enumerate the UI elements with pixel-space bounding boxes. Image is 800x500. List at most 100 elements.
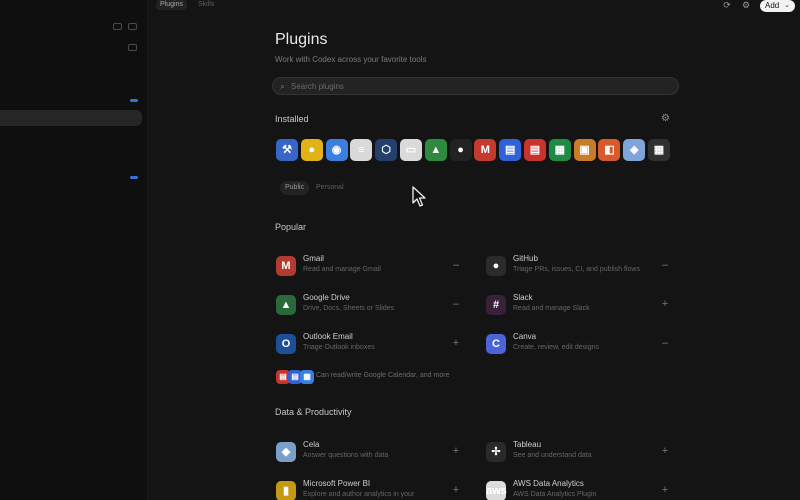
- plugin-action-button[interactable]: +: [450, 484, 462, 496]
- power-bi-icon: ▮: [276, 481, 296, 500]
- tab-skills[interactable]: Skills: [198, 0, 214, 10]
- plugin-description: See and understand data: [513, 452, 592, 459]
- sidebar-item[interactable]: [0, 145, 148, 161]
- plugin-name: Outlook Email: [303, 332, 353, 341]
- figma-icon[interactable]: ◧: [598, 139, 621, 161]
- plugin-card[interactable]: O Outlook Email Triage Outlook inboxes +: [276, 330, 462, 360]
- plugin-card[interactable]: # Slack Read and manage Slack +: [486, 291, 671, 321]
- unread-badge: [130, 176, 138, 179]
- plugin-action-button[interactable]: +: [659, 445, 671, 457]
- notes-icon[interactable]: ●: [300, 139, 323, 161]
- refresh-icon[interactable]: ⟳: [721, 0, 733, 11]
- add-button[interactable]: Add ⌄: [760, 0, 795, 12]
- plugin-card[interactable]: aws AWS Data Analytics AWS Data Analytics …: [486, 477, 671, 500]
- maps-icon[interactable]: ◈: [623, 139, 646, 161]
- sidebar-item[interactable]: [0, 93, 148, 109]
- canva-icon: C: [486, 334, 506, 354]
- plugin-description: AWS Data Analytics Plugin: [513, 491, 597, 498]
- popular-heading: Popular: [275, 222, 307, 232]
- plugin-description: Drive, Docs, Sheets or Slides: [303, 305, 395, 312]
- sidebar-item-icon: [128, 44, 137, 51]
- collapse-sidebar-icon[interactable]: [113, 23, 122, 30]
- plugin-card[interactable]: ▲ Google Drive Drive, Docs, Sheets or Slid…: [276, 291, 462, 321]
- plugin-name: Microsoft Power BI: [303, 479, 371, 488]
- plugin-card[interactable]: ● GitHub Triage PRs, issues, CI, and publi…: [486, 252, 671, 282]
- plugin-card[interactable]: M Gmail Read and manage Gmail –: [276, 252, 462, 282]
- plugin-description: Triage Outlook inboxes: [303, 344, 375, 351]
- gmail-icon: M: [276, 256, 296, 276]
- page-subtitle: Work with Codex across your favorite too…: [275, 55, 427, 64]
- installed-heading: Installed: [275, 114, 309, 124]
- box-icon[interactable]: ▣: [573, 139, 596, 161]
- filter-personal[interactable]: Personal: [316, 181, 344, 195]
- plugin-description: Triage PRs, issues, CI, and publish flow…: [513, 266, 640, 273]
- google-drive-icon[interactable]: ▲: [424, 139, 447, 161]
- plugin-card[interactable]: ▮ Microsoft Power BI Explore and author an…: [276, 477, 462, 500]
- google-docs-icon[interactable]: ▤: [499, 139, 522, 161]
- github-icon[interactable]: ●: [449, 139, 472, 161]
- top-bar: Plugins Skills: [148, 0, 800, 12]
- plugin-name: AWS Data Analytics: [513, 479, 584, 488]
- plugin-action-button[interactable]: +: [450, 445, 462, 457]
- search-bar: ⌕: [272, 77, 679, 95]
- plugin-description: Read and manage Slack: [513, 305, 590, 312]
- plugin-description: Explore and author analytics in your: [303, 491, 415, 498]
- installed-settings-icon[interactable]: ⚙: [661, 113, 670, 124]
- unread-badge: [130, 99, 138, 102]
- add-button-label: Add: [765, 1, 780, 10]
- plugin-name: Cela: [303, 440, 320, 449]
- plugin-name: Google Drive: [303, 293, 350, 302]
- gmail-icon[interactable]: M: [474, 139, 497, 161]
- xcode-icon[interactable]: ⚒: [276, 139, 298, 161]
- mouse-cursor-icon: [412, 186, 426, 207]
- sidebar-item[interactable]: [0, 58, 148, 74]
- plugin-card[interactable]: ◆ Cela Answer questions with data +: [276, 438, 462, 468]
- plugin-action-button[interactable]: –: [450, 259, 462, 271]
- outlook-icon: O: [276, 334, 296, 354]
- sidebar-item[interactable]: [0, 76, 148, 92]
- google-sheets-icon[interactable]: ▦: [548, 139, 571, 161]
- plugin-name: Slack: [513, 293, 533, 302]
- tab-plugins[interactable]: Plugins: [156, 0, 187, 10]
- plugin-name: Canva: [513, 332, 537, 341]
- plugin-name: GitHub: [513, 254, 538, 263]
- slack-icon: #: [486, 295, 506, 315]
- data-productivity-heading: Data & Productivity: [275, 407, 352, 417]
- sidebar-item[interactable]: [0, 170, 148, 186]
- google-drive-icon: ▲: [276, 295, 296, 315]
- plugin-action-button[interactable]: –: [450, 298, 462, 310]
- plugin-description: Answer questions with data: [303, 452, 389, 459]
- plugin-action-button[interactable]: +: [450, 337, 462, 349]
- search-icon: ⌕: [280, 81, 286, 91]
- cela-icon: ◆: [276, 442, 296, 462]
- github-icon: ●: [486, 256, 506, 276]
- calendar-icon: ▦: [300, 370, 314, 384]
- window-icon[interactable]: ▭: [400, 139, 422, 161]
- tableau-icon: ✢: [486, 442, 506, 462]
- plugin-name: Tableau: [513, 440, 542, 449]
- plugin-description: Read and manage Gmail: [303, 266, 381, 273]
- grid-apps-icon[interactable]: ▦: [648, 139, 670, 161]
- sidebar-item[interactable]: [0, 128, 148, 144]
- filter-public[interactable]: Public: [280, 181, 310, 195]
- cube-icon[interactable]: ⬡: [375, 139, 398, 161]
- sidebar-item[interactable]: [0, 41, 148, 57]
- browser-icon[interactable]: ◉: [325, 139, 348, 161]
- page-title: Plugins: [275, 31, 328, 48]
- plugin-description: Create, review, edit designs: [513, 344, 599, 351]
- plugin-action-button[interactable]: +: [659, 484, 671, 496]
- search-input[interactable]: [291, 80, 661, 92]
- sidebar: [0, 0, 148, 500]
- plugin-card[interactable]: C Canva Create, review, edit designs –: [486, 330, 671, 360]
- plugin-action-button[interactable]: +: [659, 298, 671, 310]
- sidebar-item-plugins[interactable]: [0, 110, 142, 126]
- more-plugins-label: Can read/write Google Calendar, and more: [316, 372, 450, 379]
- aws-icon: aws: [486, 481, 507, 500]
- plugin-card[interactable]: ✢ Tableau See and understand data +: [486, 438, 671, 468]
- new-window-icon[interactable]: [128, 23, 137, 30]
- document-icon[interactable]: ≡: [350, 139, 373, 161]
- pdf-icon[interactable]: ▤: [524, 139, 546, 161]
- plugin-action-button[interactable]: –: [659, 259, 671, 271]
- plugin-action-button[interactable]: –: [659, 337, 671, 349]
- gear-icon[interactable]: ⚙: [740, 0, 752, 11]
